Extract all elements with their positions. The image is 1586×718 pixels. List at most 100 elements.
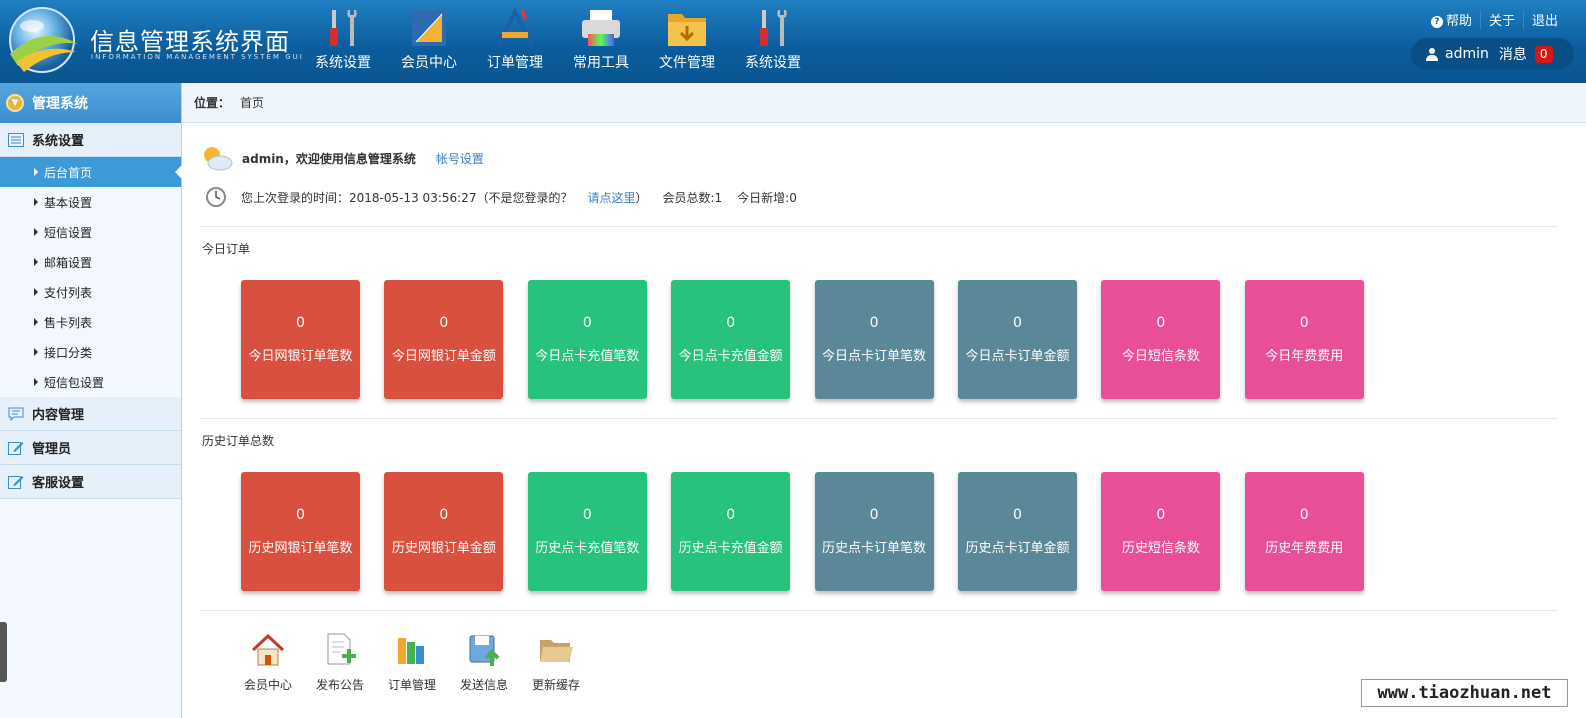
stat-card-today-card-order-count[interactable]: 0 今日点卡订单笔数	[814, 280, 934, 399]
list-icon	[8, 132, 24, 147]
stat-card-history-bank-amount[interactable]: 0 历史网银订单金额	[384, 472, 504, 591]
sidebar-item-basic-settings[interactable]: 基本设置	[0, 187, 181, 217]
stat-label: 历史年费费用	[1265, 541, 1344, 556]
stat-card-today-card-recharge-amount[interactable]: 0 今日点卡充值金额	[671, 280, 791, 399]
sidebar-item-email-settings[interactable]: 邮箱设置	[0, 247, 181, 277]
logout-link[interactable]: 退出	[1522, 10, 1566, 29]
today-orders-title: 今日订单	[202, 242, 251, 256]
stat-card-history-bank-count[interactable]: 0 历史网银订单笔数	[241, 472, 360, 591]
folder-icon	[668, 14, 706, 46]
divider	[200, 610, 1558, 611]
top-nav: 系统设置 会员中心 订单管理 常用工具 文件管理 系统设置	[300, 0, 816, 83]
caret-right-icon	[34, 228, 38, 236]
sidebar-item-label: 邮箱设置	[44, 255, 93, 270]
sidebar-item-label: 基本设置	[44, 195, 93, 210]
quick-link-order-management[interactable]: 订单管理	[376, 632, 448, 693]
sidebar-item-label: 售卡列表	[44, 315, 93, 330]
stat-card-today-bank-count[interactable]: 0 今日网银订单笔数	[241, 280, 360, 399]
nav-label: 系统设置	[745, 55, 801, 71]
nav-common-tools[interactable]: 常用工具	[558, 0, 644, 83]
stat-label: 今日点卡订单笔数	[822, 349, 927, 364]
last-login-suffix: ）	[635, 190, 648, 205]
messages-count-badge[interactable]: 0	[1534, 45, 1553, 63]
stat-label: 今日点卡充值金额	[678, 349, 783, 364]
last-login-row: 您上次登录的时间：2018-05-13 03:56:27（不是您登录的？ 请点这…	[205, 185, 797, 209]
divider	[200, 226, 1558, 227]
quick-link-refresh-cache[interactable]: 更新缓存	[520, 632, 592, 693]
sidebar-item-label: 短信设置	[44, 225, 93, 240]
nav-system-settings-2[interactable]: 系统设置	[730, 0, 816, 83]
stat-card-today-card-order-amount[interactable]: 0 今日点卡订单金额	[957, 280, 1077, 399]
stat-card-history-card-recharge-count[interactable]: 0 历史点卡充值笔数	[527, 472, 647, 591]
stat-label: 历史点卡订单金额	[965, 541, 1070, 556]
account-settings-link[interactable]: 帐号设置	[436, 150, 484, 167]
sidebar-item-api-categories[interactable]: 接口分类	[0, 337, 181, 367]
sidebar-group-label: 管理员	[32, 442, 72, 457]
quick-link-send-message[interactable]: 发送信息	[448, 632, 520, 693]
stat-card-history-annual-fee[interactable]: 0 历史年费费用	[1244, 472, 1364, 591]
stat-label: 今日点卡订单金额	[965, 349, 1070, 364]
members-total: 会员总数:1	[662, 190, 723, 205]
user-box: admin 消息 0	[1411, 38, 1574, 70]
stat-card-history-card-order-amount[interactable]: 0 历史点卡订单金额	[957, 472, 1077, 591]
stat-card-today-bank-amount[interactable]: 0 今日网银订单金额	[384, 280, 504, 399]
quick-link-member-center[interactable]: 会员中心	[232, 632, 304, 693]
sidebar-group-content[interactable]: 内容管理	[0, 397, 181, 431]
sidebar-group-admins[interactable]: 管理员	[0, 431, 181, 465]
sidebar-group-customer-service[interactable]: 客服设置	[0, 465, 181, 499]
nav-member-center[interactable]: 会员中心	[386, 0, 472, 83]
stat-card-history-sms-count[interactable]: 0 历史短信条数	[1101, 472, 1221, 591]
caret-right-icon	[34, 198, 38, 206]
side-drawer-handle[interactable]	[0, 622, 7, 682]
sidebar-menu: 后台首页 基本设置 短信设置 邮箱设置 支付列表 售卡列表 接口分类 短信包设置	[0, 157, 182, 397]
sidebar-item-dashboard[interactable]: 后台首页	[0, 157, 182, 187]
stat-value: 0	[439, 507, 449, 523]
stat-card-history-card-order-count[interactable]: 0 历史点卡订单笔数	[814, 472, 934, 591]
nav-file-management[interactable]: 文件管理	[644, 0, 730, 83]
nav-label: 常用工具	[573, 55, 629, 71]
username[interactable]: admin	[1445, 46, 1489, 62]
stat-card-today-sms-count[interactable]: 0 今日短信条数	[1101, 280, 1221, 399]
history-cards: 0 历史网银订单笔数 0 历史网银订单金额 0 历史点卡充值笔数 0 历史点卡充值金额 …	[241, 472, 1388, 591]
caret-right-icon	[34, 258, 38, 266]
messages-link[interactable]: 消息	[1499, 44, 1527, 64]
new-document-icon	[327, 633, 356, 665]
sidebar-header[interactable]: ▼ 管理系统	[0, 83, 181, 123]
sidebar-item-sms-settings[interactable]: 短信设置	[0, 217, 181, 247]
sidebar-item-label: 支付列表	[44, 285, 93, 300]
quick-links: 会员中心 发布公告 订单管理 发送信息 更新缓存	[232, 632, 592, 693]
breadcrumb-current[interactable]: 首页	[240, 94, 264, 111]
history-orders-title: 历史订单总数	[202, 434, 275, 448]
top-header: 信息管理系统界面 INFORMATION MANAGEMENT SYSTEM G…	[0, 0, 1586, 83]
home-icon	[251, 633, 285, 666]
help-link[interactable]: ? 帮助	[1423, 10, 1480, 29]
stat-card-today-annual-fee[interactable]: 0 今日年费费用	[1244, 280, 1364, 399]
sidebar-item-card-sales[interactable]: 售卡列表	[0, 307, 181, 337]
nav-label: 会员中心	[401, 55, 457, 71]
today-new-members: 今日新增:0	[737, 190, 797, 205]
stat-value: 0	[1299, 507, 1309, 523]
stat-label: 今日网银订单金额	[391, 349, 496, 364]
stat-card-today-card-recharge-count[interactable]: 0 今日点卡充值笔数	[527, 280, 647, 399]
divider	[200, 418, 1558, 419]
stat-value: 0	[1156, 315, 1166, 331]
sidebar-group-system-settings[interactable]: 系统设置	[0, 123, 181, 157]
nav-label: 订单管理	[487, 55, 543, 71]
stat-value: 0	[582, 315, 592, 331]
quick-link-label: 发送信息	[459, 678, 508, 692]
quick-link-post-announcement[interactable]: 发布公告	[304, 632, 376, 693]
sidebar-item-payment-list[interactable]: 支付列表	[0, 277, 181, 307]
sidebar-item-sms-package[interactable]: 短信包设置	[0, 367, 181, 397]
stat-card-history-card-recharge-amount[interactable]: 0 历史点卡充值金额	[671, 472, 791, 591]
caret-right-icon	[34, 378, 38, 386]
welcome-text: admin，欢迎使用信息管理系统	[242, 151, 416, 166]
top-links: ? 帮助 关于 退出	[1423, 10, 1566, 29]
sidebar: ▼ 管理系统 系统设置 后台首页 基本设置 短信设置 邮箱设置 支付列表 售卡列…	[0, 83, 182, 718]
report-login-link[interactable]: 请点这里	[587, 189, 635, 206]
nav-order-management[interactable]: 订单管理	[472, 0, 558, 83]
about-link[interactable]: 关于	[1479, 10, 1523, 29]
sidebar-header-label: 管理系统	[32, 96, 88, 112]
app-title: 信息管理系统界面	[90, 28, 290, 56]
stat-value: 0	[1012, 315, 1022, 331]
nav-system-settings[interactable]: 系统设置	[300, 0, 386, 83]
